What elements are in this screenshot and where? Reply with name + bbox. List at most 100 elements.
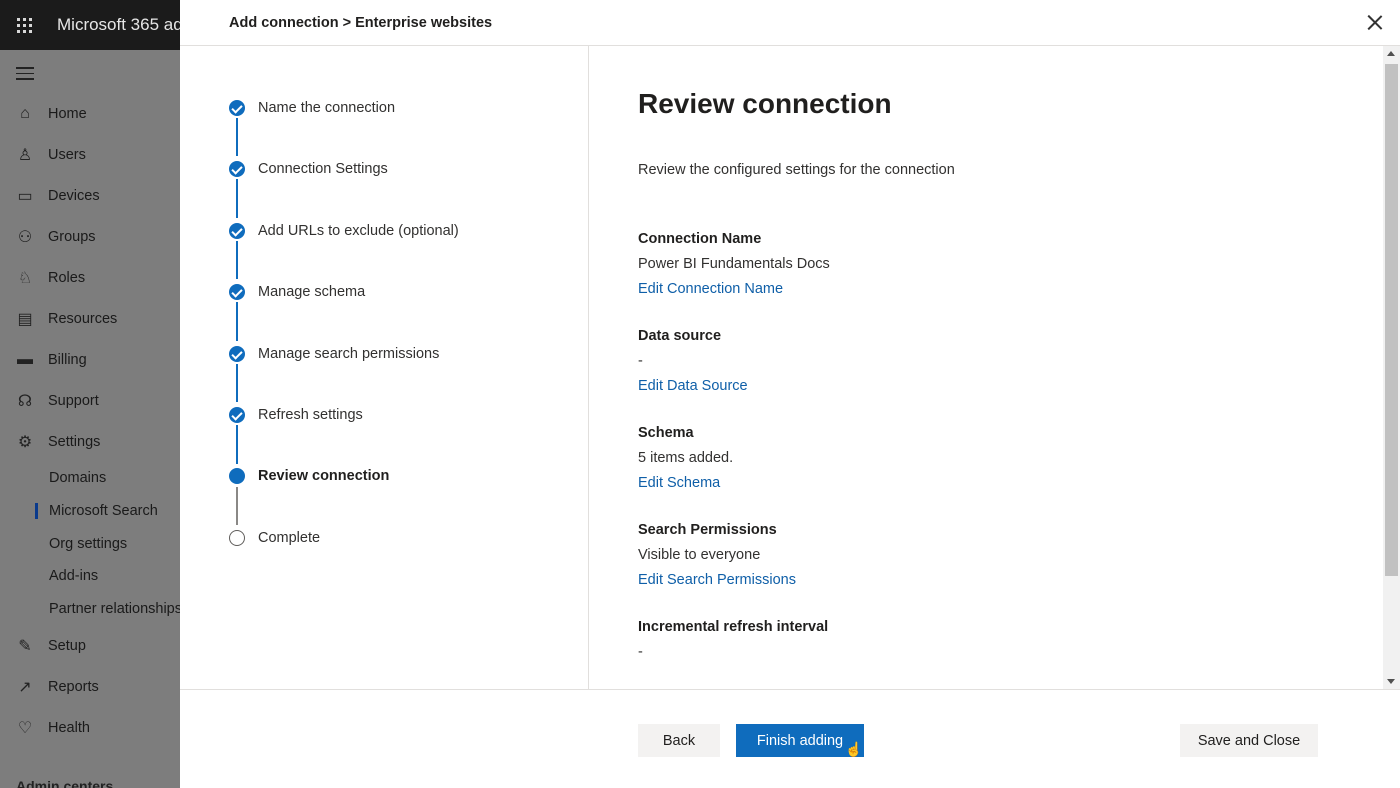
nav-item-label: Support bbox=[48, 393, 99, 409]
nav-item-label: Settings bbox=[48, 434, 101, 450]
section-value: - bbox=[638, 353, 643, 369]
nav-item-billing[interactable]: ▬ Billing bbox=[0, 344, 180, 376]
hand-cursor-icon: ☝ bbox=[845, 741, 863, 757]
step-label: Connection Settings bbox=[258, 161, 388, 177]
step-connector bbox=[236, 302, 238, 341]
nav-item-home[interactable]: ⌂ Home bbox=[0, 98, 180, 130]
checkmark-icon bbox=[229, 407, 245, 423]
section-title: Data source bbox=[638, 328, 722, 344]
section-value: Power BI Fundamentals Docs bbox=[638, 256, 830, 272]
user-icon: ♙ bbox=[17, 147, 33, 164]
step-label: Review connection bbox=[258, 468, 390, 484]
checkmark-icon bbox=[229, 100, 245, 116]
section-title: Incremental refresh interval bbox=[638, 619, 829, 635]
nav-item-resources[interactable]: ▤ Resources bbox=[0, 303, 180, 335]
app-launcher-button[interactable] bbox=[0, 0, 48, 50]
nav-item-users[interactable]: ♙ Users bbox=[0, 139, 180, 171]
nav-item-settings[interactable]: ⚙ Settings bbox=[0, 426, 180, 458]
nav-sub-org-settings[interactable]: Org settings bbox=[49, 529, 127, 559]
step-review-connection[interactable]: Review connection bbox=[229, 466, 389, 486]
step-connector bbox=[236, 241, 238, 279]
step-connector bbox=[236, 118, 238, 156]
step-label: Manage schema bbox=[258, 284, 366, 300]
hamburger-icon[interactable] bbox=[16, 67, 34, 84]
nav-item-health[interactable]: ♡ Health bbox=[0, 712, 180, 744]
billing-icon: ▬ bbox=[17, 351, 33, 368]
section-value: Visible to everyone bbox=[638, 547, 761, 563]
nav-item-groups[interactable]: ⚇ Groups bbox=[0, 221, 180, 253]
step-complete: Complete bbox=[229, 528, 320, 548]
nav-item-label: Reports bbox=[48, 679, 99, 695]
step-connector bbox=[236, 179, 238, 218]
step-connector bbox=[236, 364, 238, 402]
left-navigation: ⌂ Home ♙ Users ▭ Devices ⚇ Groups ♘ Role… bbox=[0, 50, 182, 788]
nav-sub-add-ins[interactable]: Add-ins bbox=[49, 561, 98, 591]
checkmark-icon bbox=[229, 346, 245, 362]
edit-connection-name-link[interactable]: Edit Connection Name bbox=[638, 281, 830, 297]
nav-sub-partner-relationships[interactable]: Partner relationships bbox=[49, 594, 182, 624]
step-label: Name the connection bbox=[258, 100, 396, 116]
nav-item-roles[interactable]: ♘ Roles bbox=[0, 262, 180, 294]
nav-item-label: Roles bbox=[48, 270, 86, 286]
nav-item-label: Groups bbox=[48, 229, 96, 245]
edit-data-source-link[interactable]: Edit Data Source bbox=[638, 378, 748, 394]
nav-item-label: Devices bbox=[48, 188, 100, 204]
step-label: Manage search permissions bbox=[258, 346, 440, 362]
scroll-up-icon[interactable] bbox=[1387, 51, 1395, 56]
edit-schema-link[interactable]: Edit Schema bbox=[638, 475, 733, 491]
health-icon: ♡ bbox=[17, 720, 33, 737]
step-manage-schema[interactable]: Manage schema bbox=[229, 282, 365, 302]
nav-sub-microsoft-search[interactable]: Microsoft Search bbox=[35, 496, 158, 526]
step-refresh-settings[interactable]: Refresh settings bbox=[229, 405, 363, 425]
app-title: Microsoft 365 admin center bbox=[57, 15, 180, 34]
checkmark-icon bbox=[229, 161, 245, 177]
checkmark-icon bbox=[229, 223, 245, 239]
section-data-source: Data source - Edit Data Source bbox=[638, 328, 748, 394]
step-label: Complete bbox=[258, 530, 321, 546]
step-name-connection[interactable]: Name the connection bbox=[229, 98, 395, 118]
nav-sub-domains[interactable]: Domains bbox=[49, 463, 106, 493]
nav-item-label: Users bbox=[48, 147, 86, 163]
section-title: Connection Name bbox=[638, 231, 762, 247]
wizard-stepper: Name the connection Connection Settings … bbox=[180, 46, 589, 689]
add-connection-panel: Add connection > Enterprise websites Nam… bbox=[180, 0, 1400, 788]
content-scrollbar[interactable] bbox=[1383, 46, 1400, 689]
section-schema: Schema 5 items added. Edit Schema bbox=[638, 425, 733, 491]
section-value: 5 items added. bbox=[638, 450, 734, 466]
checkmark-icon bbox=[229, 284, 245, 300]
page-subtitle: Review the configured settings for the c… bbox=[638, 162, 955, 178]
resources-icon: ▤ bbox=[17, 311, 33, 328]
panel-header: Add connection > Enterprise websites bbox=[180, 0, 1400, 46]
nav-item-label: Home bbox=[48, 106, 87, 122]
settings-icon: ⚙ bbox=[17, 434, 33, 451]
nav-item-support[interactable]: ☊ Support bbox=[0, 385, 180, 417]
back-button[interactable]: Back bbox=[638, 724, 720, 757]
pending-step-icon bbox=[229, 530, 245, 546]
step-manage-search-permissions[interactable]: Manage search permissions bbox=[229, 344, 439, 364]
section-value: - bbox=[638, 644, 643, 660]
close-icon[interactable] bbox=[1364, 12, 1386, 34]
roles-icon: ♘ bbox=[17, 270, 33, 287]
section-incremental-refresh: Incremental refresh interval - bbox=[638, 619, 828, 669]
save-and-close-button[interactable]: Save and Close bbox=[1180, 724, 1318, 757]
nav-item-label: Billing bbox=[48, 352, 87, 368]
setup-icon: ✎ bbox=[18, 638, 32, 655]
waffle-icon bbox=[16, 17, 32, 33]
step-label: Refresh settings bbox=[258, 407, 363, 423]
step-add-urls-exclude[interactable]: Add URLs to exclude (optional) bbox=[229, 221, 459, 241]
panel-footer: Back Finish adding Save and Close ☝ bbox=[180, 689, 1400, 788]
step-connection-settings[interactable]: Connection Settings bbox=[229, 159, 388, 179]
section-search-permissions: Search Permissions Visible to everyone E… bbox=[638, 522, 796, 588]
top-bar: Microsoft 365 admin center bbox=[0, 0, 180, 50]
edit-search-permissions-link[interactable]: Edit Search Permissions bbox=[638, 572, 796, 588]
scrollbar-thumb[interactable] bbox=[1385, 64, 1398, 576]
nav-item-reports[interactable]: ↗ Reports bbox=[0, 671, 180, 703]
page-title: Review connection bbox=[638, 88, 892, 119]
nav-item-label: Resources bbox=[48, 311, 118, 327]
section-connection-name: Connection Name Power BI Fundamentals Do… bbox=[638, 231, 830, 297]
nav-footer-admin-centers[interactable]: Admin centers bbox=[16, 778, 113, 788]
nav-item-label: Setup bbox=[48, 638, 86, 654]
nav-item-setup[interactable]: ✎ Setup bbox=[0, 630, 180, 662]
scroll-down-icon[interactable] bbox=[1387, 679, 1395, 684]
nav-item-devices[interactable]: ▭ Devices bbox=[0, 180, 180, 212]
